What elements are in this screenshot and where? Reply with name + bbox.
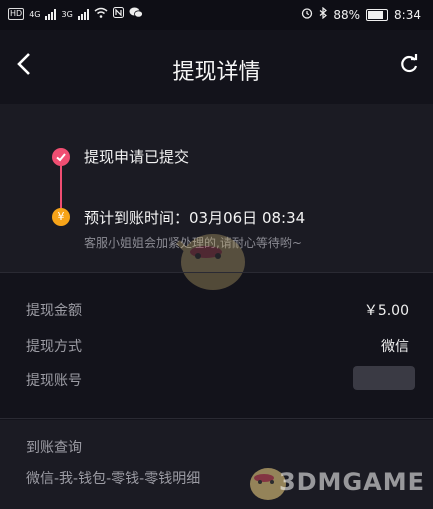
amount-label: 提现金额 (26, 303, 82, 319)
divider (0, 272, 433, 273)
nfc-icon (112, 7, 124, 21)
refresh-icon (401, 54, 418, 73)
status-right: 88% 8:34 (301, 6, 421, 22)
method-value: 微信 (381, 339, 409, 355)
alarm-icon (301, 7, 313, 22)
network-label-2: 3G (61, 9, 73, 19)
clock-time: 8:34 (394, 7, 421, 22)
timeline-connector (60, 166, 62, 208)
refresh-button[interactable] (399, 54, 419, 80)
wifi-icon (94, 7, 108, 21)
hd-badge: HD (8, 8, 25, 20)
signal-icon-2 (77, 8, 89, 20)
network-label-1: 4G (29, 9, 41, 19)
bluetooth-icon (319, 6, 328, 22)
status-left: HD 4G 3G (8, 7, 143, 21)
query-path: 微信-我-钱包-零钱-零钱明细 (26, 471, 201, 487)
account-value-redacted (353, 366, 415, 390)
wechat-icon (129, 7, 143, 21)
amount-value: ￥5.00 (363, 303, 409, 319)
page-title: 提现详情 (172, 60, 261, 85)
account-label: 提现账号 (26, 373, 82, 389)
query-label: 到账查询 (26, 440, 82, 456)
battery-icon (366, 8, 389, 21)
step-submitted-label: 提现申请已提交 (84, 148, 190, 166)
divider (0, 418, 433, 419)
check-icon (52, 148, 70, 166)
battery-percent: 88% (333, 7, 361, 22)
status-bar: HD 4G 3G 88% 8:34 (0, 0, 433, 30)
site-watermark: 3DMGAME (278, 468, 425, 496)
mascot-watermark-icon (176, 234, 245, 290)
signal-icon (45, 8, 57, 20)
method-label: 提现方式 (26, 339, 82, 355)
nav-header: 提现详情 (0, 30, 433, 104)
yuan-icon: ¥ (52, 208, 70, 226)
